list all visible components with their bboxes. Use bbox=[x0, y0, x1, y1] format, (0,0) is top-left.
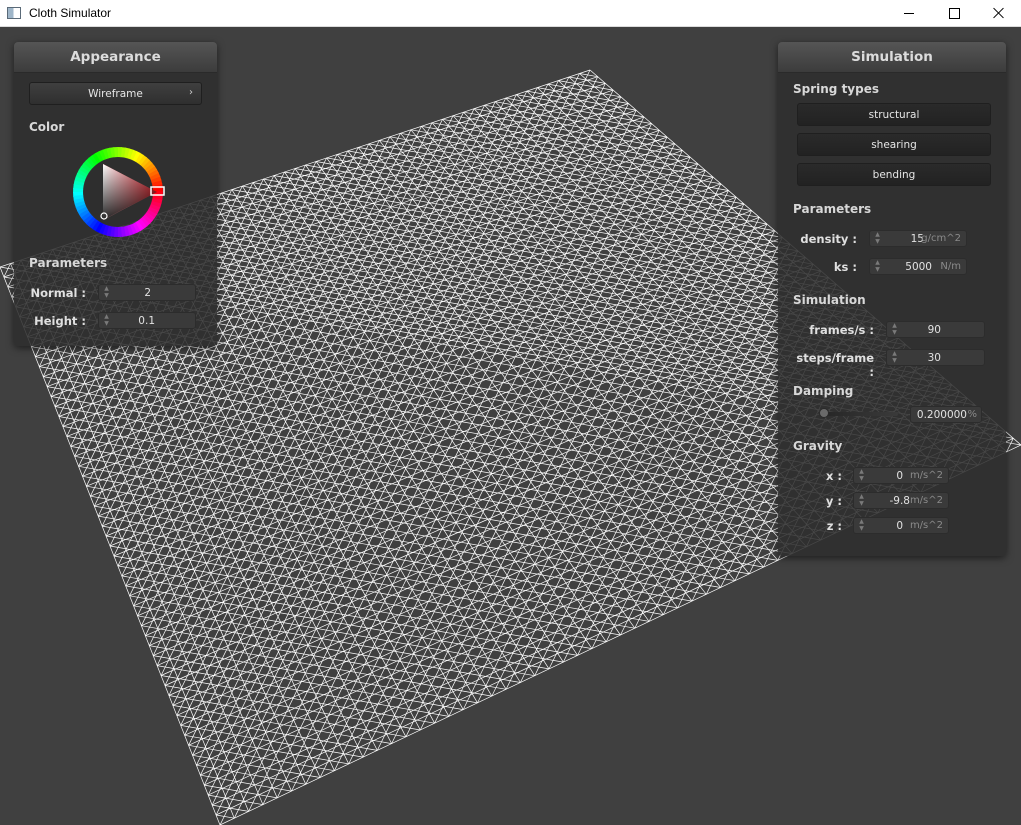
damping-label: Damping bbox=[793, 384, 854, 398]
app-window: Cloth Simulator Appearance Wireframe › C… bbox=[0, 0, 1021, 825]
sim-parameters-label: Parameters bbox=[793, 202, 872, 216]
simulation-section-label: Simulation bbox=[793, 293, 866, 307]
normal-input[interactable]: ▲ ▼ 2 bbox=[98, 284, 196, 301]
steps-per-frame-input[interactable]: ▲ ▼ 30 bbox=[886, 349, 985, 366]
spinner-arrows-icon[interactable]: ▲ ▼ bbox=[858, 469, 865, 482]
bending-toggle[interactable]: bending bbox=[797, 163, 991, 186]
spring-types-label: Spring types bbox=[793, 82, 880, 96]
window-title: Cloth Simulator bbox=[29, 6, 112, 20]
simulation-panel-title: Simulation bbox=[778, 42, 1006, 73]
gravity-x-input[interactable]: ▲ ▼ 0 m/s^2 bbox=[853, 467, 949, 484]
render-viewport[interactable]: Appearance Wireframe › Color Parameters … bbox=[0, 27, 1021, 825]
spinner-arrows-icon[interactable]: ▲ ▼ bbox=[874, 232, 881, 245]
appearance-panel-title: Appearance bbox=[14, 42, 217, 73]
close-button[interactable] bbox=[976, 0, 1021, 26]
color-wheel[interactable] bbox=[70, 143, 170, 243]
ks-input[interactable]: ▲ ▼ 5000 N/m bbox=[869, 258, 967, 275]
maximize-icon bbox=[948, 7, 960, 19]
simulation-panel: Simulation Spring types structural shear… bbox=[778, 42, 1006, 556]
spinner-arrows-icon[interactable]: ▲ ▼ bbox=[858, 494, 865, 507]
gravity-label: Gravity bbox=[793, 439, 843, 453]
spinner-arrows-icon[interactable]: ▲ ▼ bbox=[103, 314, 110, 327]
gravity-y-input[interactable]: ▲ ▼ -9.8 m/s^2 bbox=[853, 492, 949, 509]
shearing-toggle[interactable]: shearing bbox=[797, 133, 991, 156]
gravity-y-label: y : bbox=[825, 494, 842, 508]
spinner-arrows-icon[interactable]: ▲ ▼ bbox=[874, 260, 881, 273]
damping-slider-track[interactable] bbox=[822, 412, 898, 416]
shader-dropdown[interactable]: Wireframe › bbox=[29, 82, 202, 105]
gravity-z-label: z : bbox=[826, 519, 842, 533]
density-label: density : bbox=[800, 232, 857, 246]
close-icon bbox=[993, 7, 1005, 19]
height-input[interactable]: ▲ ▼ 0.1 bbox=[98, 312, 196, 329]
normal-label: Normal : bbox=[30, 286, 86, 300]
steps-per-frame-label: steps/frame : bbox=[796, 351, 874, 379]
appearance-panel: Appearance Wireframe › Color Parameters … bbox=[14, 42, 217, 346]
minimize-button[interactable] bbox=[886, 0, 932, 26]
gravity-x-label: x : bbox=[825, 469, 842, 483]
structural-toggle[interactable]: structural bbox=[797, 103, 991, 126]
maximize-button[interactable] bbox=[931, 0, 977, 26]
app-icon bbox=[7, 7, 21, 19]
color-section-label: Color bbox=[29, 120, 65, 134]
spinner-arrows-icon[interactable]: ▲ ▼ bbox=[891, 323, 898, 336]
shader-dropdown-label: Wireframe bbox=[88, 87, 143, 100]
minimize-icon bbox=[904, 12, 914, 14]
ks-label: ks : bbox=[833, 260, 857, 274]
frames-per-second-input[interactable]: ▲ ▼ 90 bbox=[886, 321, 985, 338]
appearance-parameters-label: Parameters bbox=[29, 256, 108, 270]
spinner-arrows-icon[interactable]: ▲ ▼ bbox=[858, 519, 865, 532]
height-label: Height : bbox=[34, 314, 86, 328]
title-bar: Cloth Simulator bbox=[0, 0, 1021, 27]
spinner-arrows-icon[interactable]: ▲ ▼ bbox=[891, 351, 898, 364]
chevron-right-icon: › bbox=[189, 87, 193, 98]
frames-per-second-label: frames/s : bbox=[809, 323, 874, 337]
spinner-arrows-icon[interactable]: ▲ ▼ bbox=[103, 286, 110, 299]
density-input[interactable]: ▲ ▼ 15 g/cm^2 bbox=[869, 230, 967, 247]
damping-input[interactable]: 0.200000 % bbox=[910, 406, 982, 423]
gravity-z-input[interactable]: ▲ ▼ 0 m/s^2 bbox=[853, 517, 949, 534]
damping-slider-handle[interactable] bbox=[819, 408, 830, 418]
